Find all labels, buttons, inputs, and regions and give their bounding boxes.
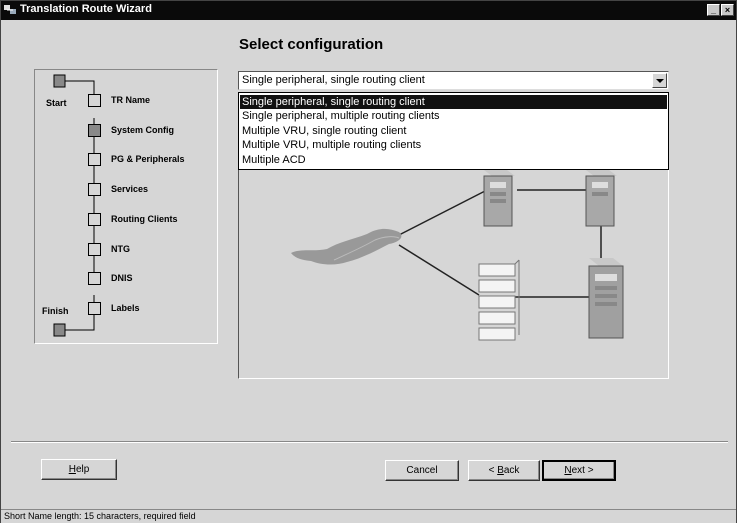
back-button-prefix: < xyxy=(488,465,498,476)
next-button-label: ext > xyxy=(571,465,594,476)
status-text: Short Name length: 15 characters, requir… xyxy=(4,511,196,521)
dropdown-option[interactable]: Multiple VRU, single routing client xyxy=(240,124,667,138)
step-status-box xyxy=(88,183,101,196)
minimize-button[interactable]: _ xyxy=(707,4,720,16)
configuration-select[interactable]: Single peripheral, single routing client xyxy=(238,71,669,90)
help-button-label: elp xyxy=(75,464,90,475)
server-icon xyxy=(588,258,624,339)
dropdown-option[interactable]: Multiple VRU, multiple routing clients xyxy=(240,138,667,152)
back-button-mnemonic: B xyxy=(497,465,504,476)
app-icon xyxy=(4,5,16,14)
help-button[interactable]: Help xyxy=(41,459,117,480)
configuration-select-value: Single peripheral, single routing client xyxy=(242,74,425,86)
server-icon xyxy=(483,170,515,227)
wizard-step-label[interactable]: NTG xyxy=(111,244,130,254)
step-status-box xyxy=(88,213,101,226)
dropdown-option[interactable]: Multiple ACD xyxy=(240,153,667,167)
step-status-box xyxy=(88,243,101,256)
wizard-window: Translation Route Wizard _ × Select conf… xyxy=(0,0,737,523)
wizard-step-label[interactable]: Routing Clients xyxy=(111,214,178,224)
dropdown-option[interactable]: Single peripheral, single routing client xyxy=(240,95,667,109)
help-button-mnemonic: H xyxy=(68,464,76,475)
wizard-step-label[interactable]: Services xyxy=(111,184,148,194)
wizard-step-navigator: Start Finish TR Name System Config PG & Pe… xyxy=(34,69,218,344)
network-cloud-icon xyxy=(291,228,402,265)
title-bar[interactable]: Translation Route Wizard _ × xyxy=(1,1,736,20)
step-status-box xyxy=(88,153,101,166)
back-button-label: ack xyxy=(503,465,520,476)
page-title: Select configuration xyxy=(239,36,384,53)
wizard-step-label[interactable]: System Config xyxy=(111,125,174,135)
status-bar: Short Name length: 15 characters, requir… xyxy=(1,509,736,523)
step-status-box xyxy=(88,94,101,107)
dropdown-option[interactable]: Single peripheral, multiple routing clie… xyxy=(240,109,667,123)
network-topology-illustration xyxy=(291,170,624,341)
button-separator xyxy=(11,441,728,443)
wizard-step-label[interactable]: DNIS xyxy=(111,273,133,283)
configuration-diagram xyxy=(238,170,669,379)
rack-icon xyxy=(478,259,520,341)
next-button[interactable]: Next > xyxy=(542,460,616,481)
chevron-down-icon[interactable] xyxy=(652,73,667,88)
wizard-step-label[interactable]: PG & Peripherals xyxy=(111,154,185,164)
close-button[interactable]: × xyxy=(721,4,734,16)
wizard-step-label[interactable]: Labels xyxy=(111,303,140,313)
next-button-mnemonic: N xyxy=(564,465,572,476)
server-icon xyxy=(585,170,617,227)
wizard-step-label[interactable]: TR Name xyxy=(111,95,150,105)
step-status-box xyxy=(88,272,101,285)
window-title: Translation Route Wizard xyxy=(20,3,152,15)
configuration-dropdown-list: Single peripheral, single routing client… xyxy=(238,92,669,170)
step-status-box xyxy=(88,124,101,137)
back-button[interactable]: < Back xyxy=(468,460,540,481)
cancel-button[interactable]: Cancel xyxy=(385,460,459,481)
nav-finish-label: Finish xyxy=(42,306,69,316)
step-status-box xyxy=(88,302,101,315)
nav-start-label: Start xyxy=(46,98,67,108)
